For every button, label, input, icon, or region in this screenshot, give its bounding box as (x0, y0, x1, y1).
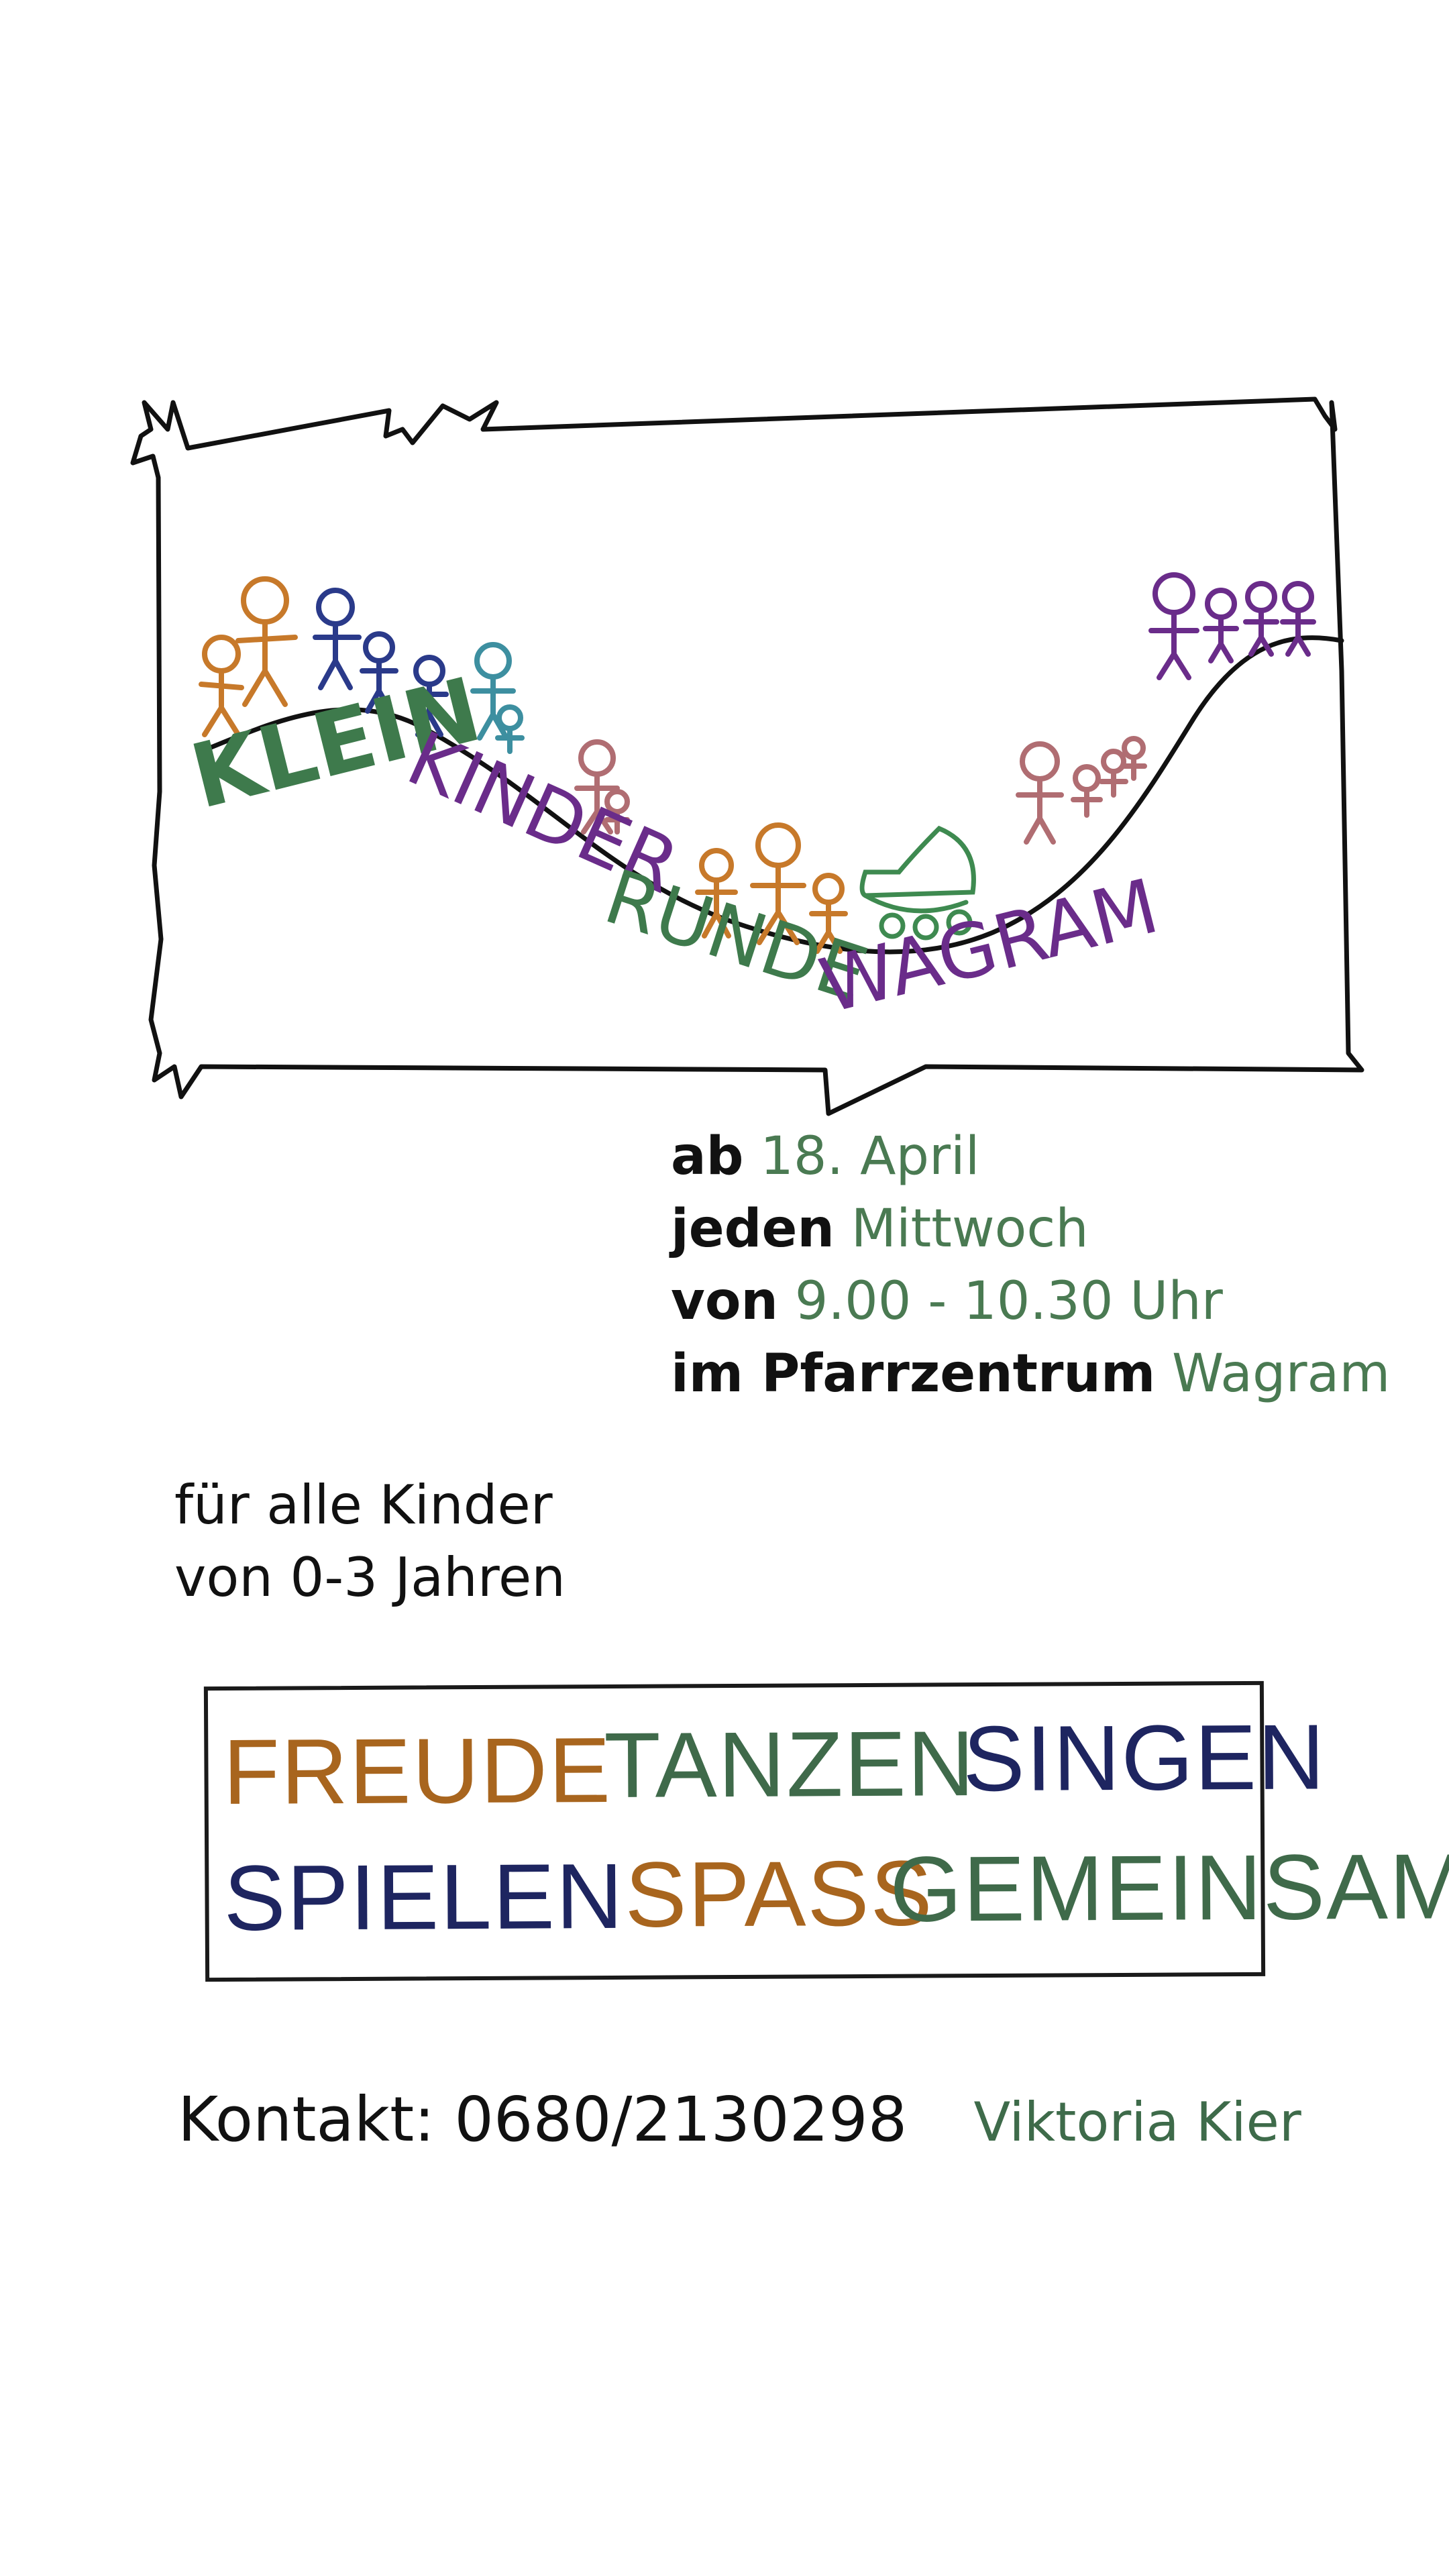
word-gemeinsam: GEMEINSAM (890, 1835, 1449, 1941)
contact-line: Kontakt: 0680/2130298 Viktoria Kier (178, 2080, 1318, 2163)
event-info: ab 18. April jeden Mittwoch von 9.00 - 1… (671, 1120, 1422, 1410)
word-spielen: SPIELEN (223, 1844, 625, 1950)
contact-phone: Kontakt: 0680/2130298 (178, 2084, 908, 2155)
weekday-value: Mittwoch (851, 1199, 1089, 1259)
audience-note: für alle Kinder von 0-3 Jahren (174, 1469, 778, 1614)
word-tanzen: TANZEN (604, 1712, 976, 1818)
place-line: im Pfarrzentrum Wagram (671, 1338, 1422, 1410)
activities-box: FREUDE TANZEN SINGEN SPIELEN SPASS GEMEI… (203, 1680, 1449, 1982)
time-value: 9.00 - 10.30 Uhr (794, 1271, 1223, 1332)
time-line: von 9.00 - 10.30 Uhr (671, 1265, 1422, 1338)
stick-figure-group-right (1016, 572, 1316, 845)
place-key: im Pfarrzentrum (671, 1344, 1156, 1404)
title-wagram: WAGRAM (812, 863, 1167, 1030)
headline-illustration: KLEIN KINDER RUNDE WAGRAM (130, 396, 1364, 1116)
audience-line-2: von 0-3 Jahren (174, 1546, 566, 1609)
weekday-line: jeden Mittwoch (671, 1193, 1422, 1265)
start-date-key: ab (671, 1126, 744, 1187)
start-date-line: ab 18. April (671, 1120, 1422, 1193)
word-spass: SPASS (625, 1841, 934, 1947)
contact-name: Viktoria Kier (973, 2091, 1301, 2153)
weekday-key: jeden (671, 1199, 835, 1259)
word-singen: SINGEN (963, 1705, 1326, 1811)
start-date-value: 18. April (760, 1126, 980, 1187)
audience-line-1: für alle Kinder (174, 1474, 553, 1536)
place-value: Wagram (1172, 1344, 1391, 1404)
word-freude: FREUDE (223, 1718, 612, 1824)
time-key: von (671, 1271, 778, 1332)
